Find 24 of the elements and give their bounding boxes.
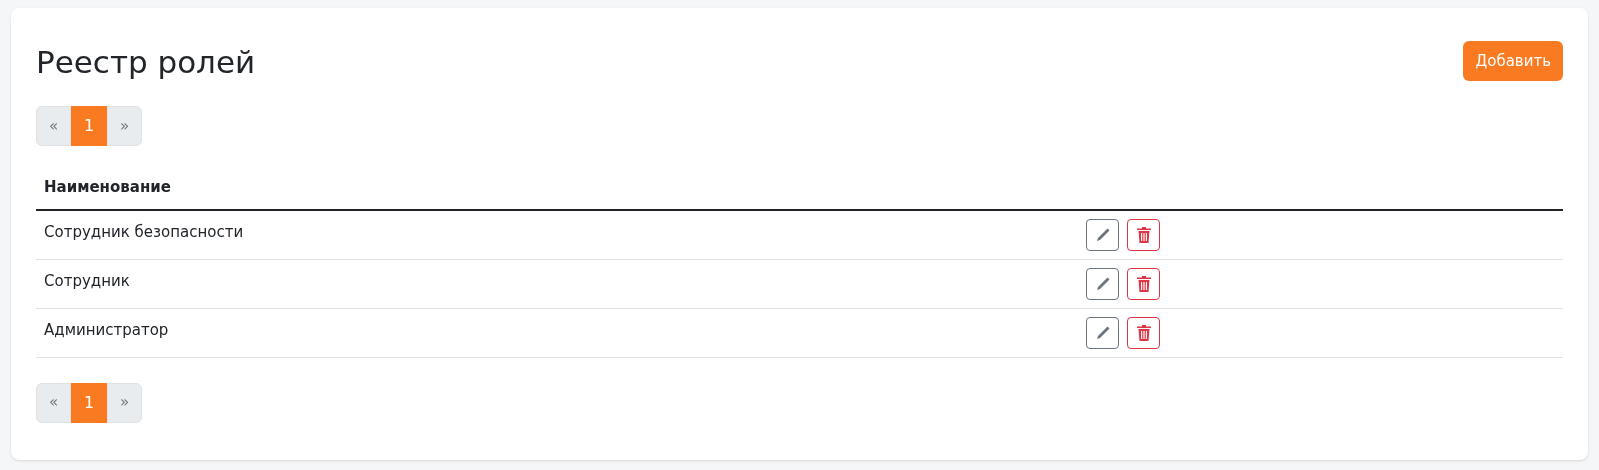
column-header: Наименование [36,166,1086,210]
previous-page-button[interactable]: « [36,106,71,146]
edit-button[interactable] [1086,316,1119,349]
edit-button[interactable] [1086,218,1119,251]
delete-button[interactable] [1127,316,1160,349]
pencil-icon [1094,324,1111,341]
edit-button[interactable] [1086,267,1119,300]
add-button[interactable]: Добавить [1463,41,1563,81]
trash-icon [1136,226,1151,243]
trash-icon [1136,275,1151,292]
page-title: Реестр ролей [36,43,256,82]
trash-icon [1136,324,1151,341]
delete-button[interactable] [1127,267,1160,300]
table-cell: Администратор [36,308,1086,357]
next-page-button[interactable]: » [107,106,142,146]
delete-button[interactable] [1127,218,1160,251]
page-button[interactable]: 1 [71,106,107,146]
table-cell: Сотрудник [36,259,1086,308]
previous-page-button[interactable]: « [36,382,71,423]
next-page-button[interactable]: » [107,382,142,423]
pencil-icon [1094,226,1111,243]
page-button[interactable]: 1 [71,382,107,423]
table-cell: Сотрудник безопасности [36,210,1086,259]
pencil-icon [1094,275,1111,292]
